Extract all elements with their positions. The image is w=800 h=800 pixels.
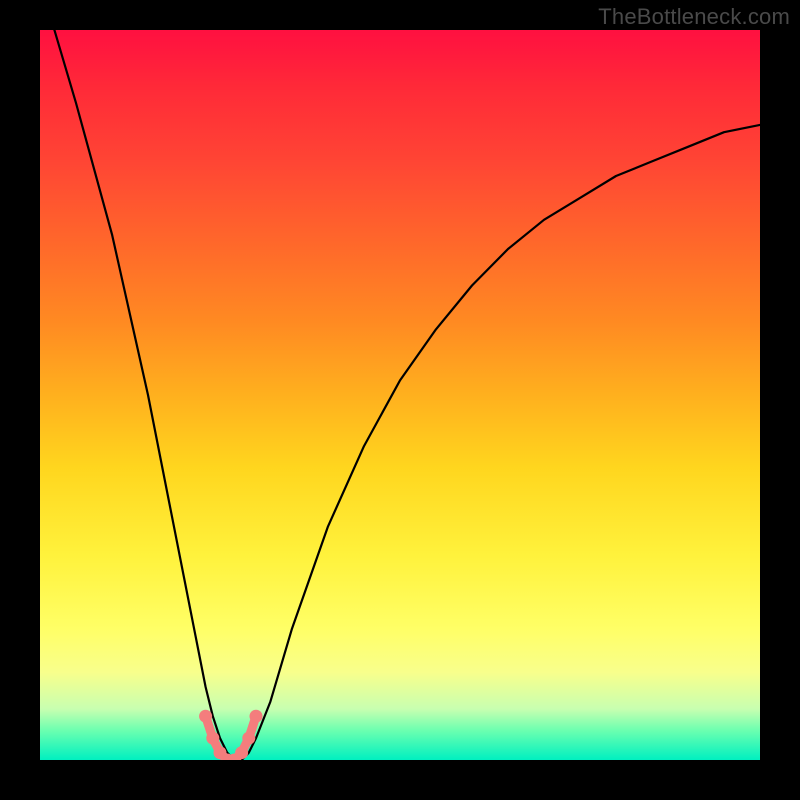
optimal-zone-dot [235, 746, 248, 759]
plot-area [40, 30, 760, 760]
chart-frame: TheBottleneck.com [0, 0, 800, 800]
optimal-zone-dots [199, 710, 262, 760]
optimal-zone-dot [199, 710, 212, 723]
optimal-zone-dot [206, 732, 219, 745]
chart-svg [40, 30, 760, 760]
optimal-zone-dot [250, 710, 263, 723]
bottleneck-curve [54, 30, 760, 760]
watermark-text: TheBottleneck.com [598, 4, 790, 30]
optimal-zone-dot [242, 732, 255, 745]
